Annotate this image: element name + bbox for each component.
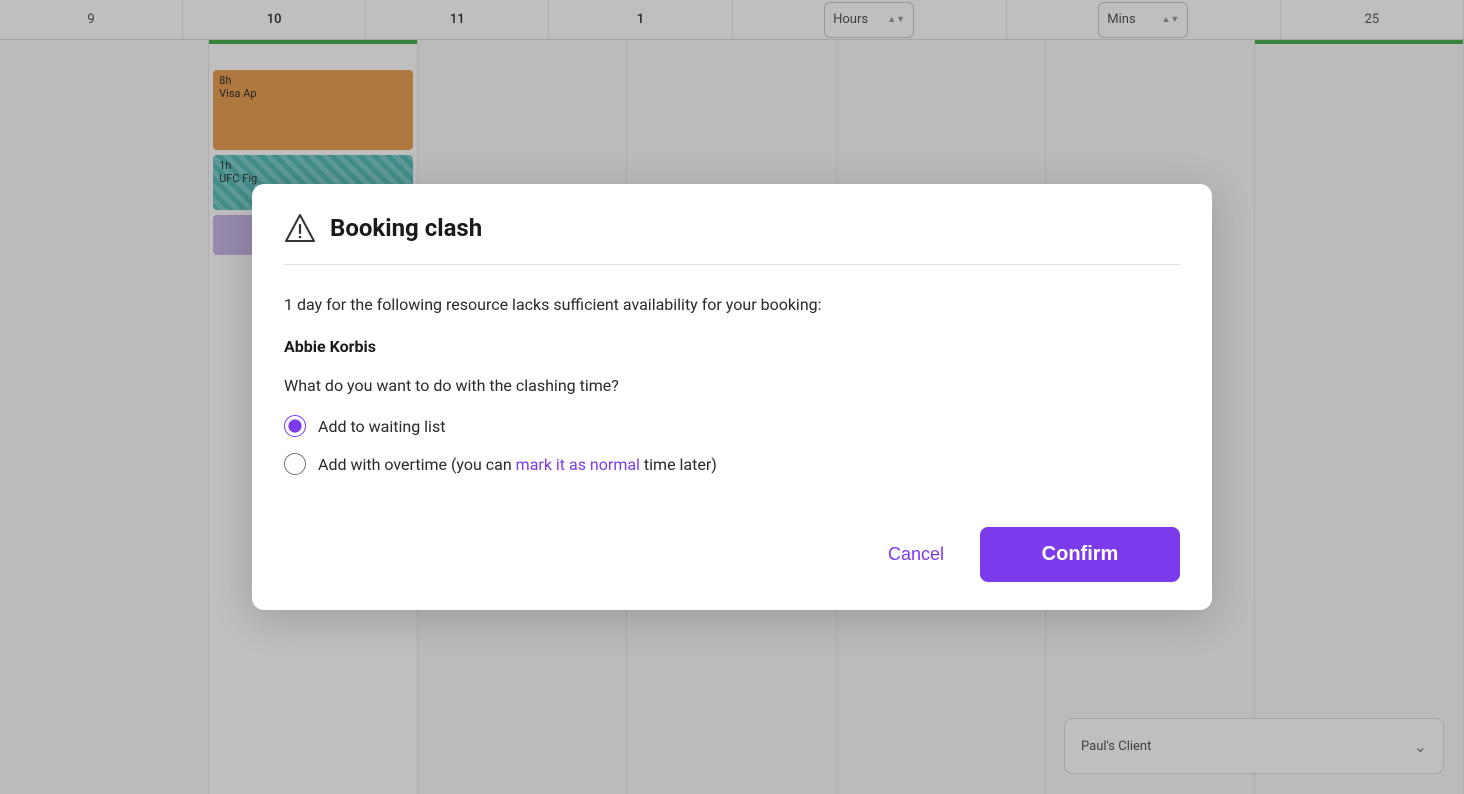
confirm-button[interactable]: Confirm xyxy=(980,527,1180,582)
dialog-footer: Cancel Confirm xyxy=(252,507,1212,610)
dialog-header: Booking clash xyxy=(252,184,1212,264)
dialog-message: 1 day for the following resource lacks s… xyxy=(284,293,1180,317)
resource-name: Abbie Korbis xyxy=(284,337,1180,356)
warning-icon xyxy=(284,212,316,244)
option-overtime[interactable]: Add with overtime (you can mark it as no… xyxy=(284,453,1180,475)
dialog-body: 1 day for the following resource lacks s… xyxy=(252,265,1212,475)
option-waiting-list[interactable]: Add to waiting list xyxy=(284,415,1180,437)
mark-normal-link[interactable]: mark it as normal xyxy=(516,455,640,474)
option-waiting-list-label: Add to waiting list xyxy=(318,417,445,436)
overtime-text-before: Add with overtime (you can xyxy=(318,455,516,474)
cancel-button[interactable]: Cancel xyxy=(868,532,964,577)
options-group: Add to waiting list Add with overtime (y… xyxy=(284,415,1180,475)
clash-question: What do you want to do with the clashing… xyxy=(284,376,1180,395)
option-overtime-label: Add with overtime (you can mark it as no… xyxy=(318,455,717,474)
dialog-title: Booking clash xyxy=(330,214,482,242)
overtime-text-after: time later) xyxy=(640,455,717,474)
radio-waiting-list[interactable] xyxy=(284,415,306,437)
modal-overlay: Booking clash 1 day for the following re… xyxy=(0,0,1464,794)
radio-overtime[interactable] xyxy=(284,453,306,475)
booking-clash-dialog: Booking clash 1 day for the following re… xyxy=(252,184,1212,610)
